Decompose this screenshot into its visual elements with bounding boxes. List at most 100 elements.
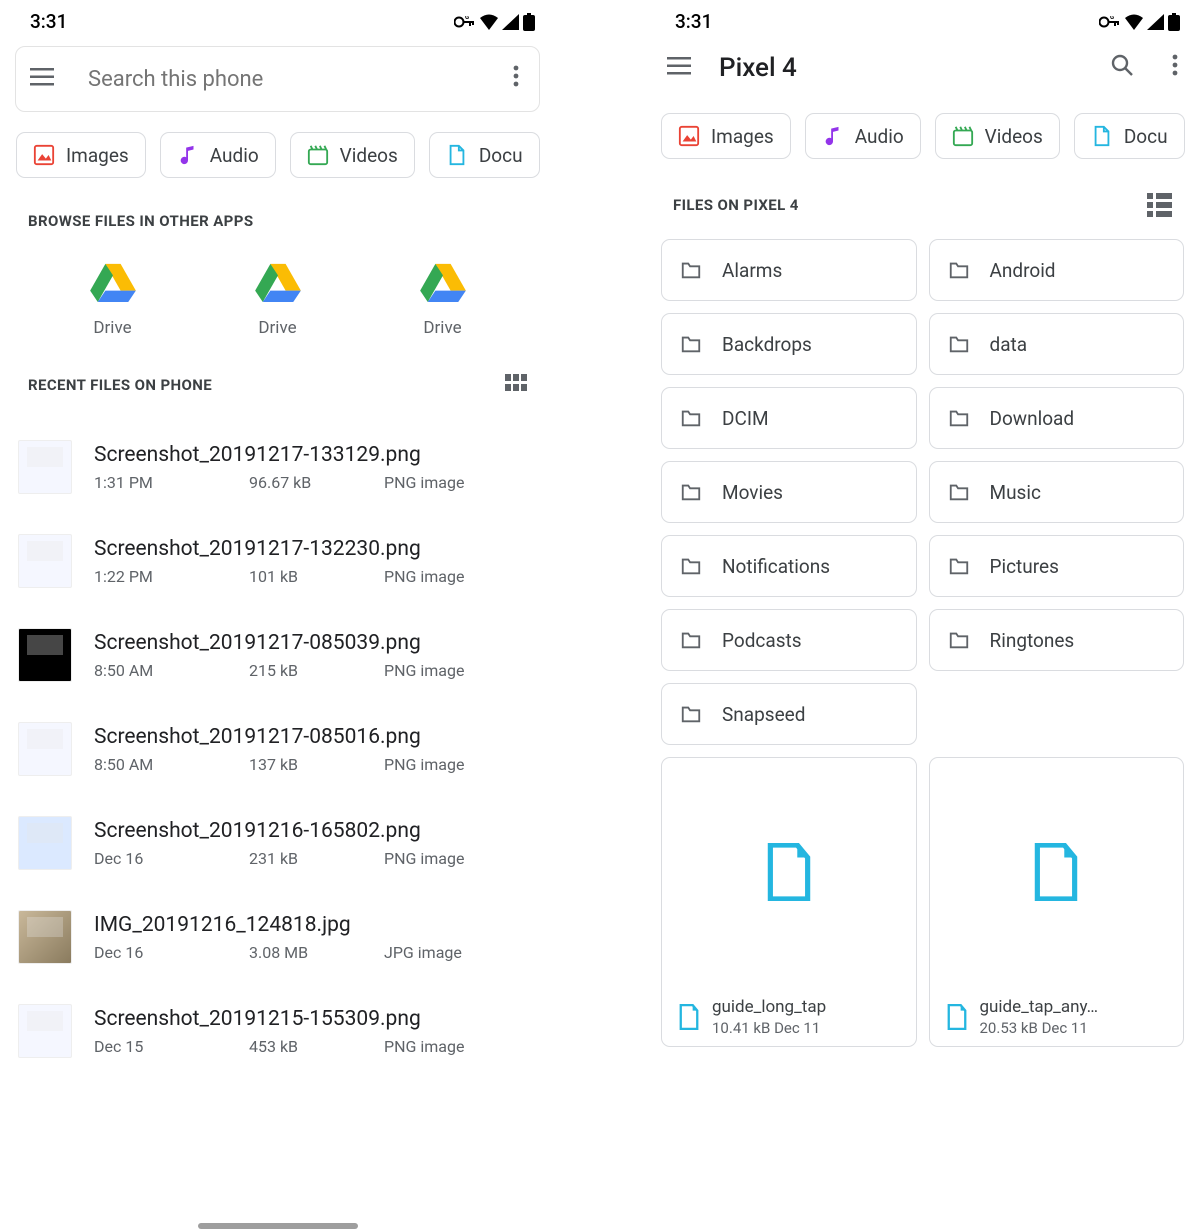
- folder-name: Ringtones: [990, 629, 1075, 652]
- folder-icon: [948, 481, 970, 503]
- filter-chip-row: Images Audio Videos Docu: [645, 93, 1200, 159]
- file-time: Dec 16: [94, 849, 249, 868]
- chip-documents[interactable]: Docu: [429, 132, 540, 178]
- file-name: Screenshot_20191217-085039.png: [94, 631, 537, 655]
- chip-audio[interactable]: Audio: [805, 113, 921, 159]
- folder-name: Android: [990, 259, 1056, 282]
- folder-icon: [680, 407, 702, 429]
- file-type: PNG image: [384, 1037, 464, 1056]
- screen-search: 3:31 G Search this phone Images Audio: [0, 0, 555, 1232]
- file-thumbnail: [18, 440, 72, 494]
- chip-images[interactable]: Images: [16, 132, 146, 178]
- drive-icon: [255, 262, 301, 302]
- file-time: Dec 15: [94, 1037, 249, 1056]
- file-row[interactable]: Screenshot_20191217-085016.png 8:50 AM 1…: [18, 702, 537, 796]
- drive-app[interactable]: Drive: [383, 262, 503, 338]
- folder-item[interactable]: Movies: [661, 461, 917, 523]
- movie-icon: [952, 125, 974, 147]
- file-type: PNG image: [384, 567, 464, 586]
- folder-item[interactable]: Podcasts: [661, 609, 917, 671]
- file-row[interactable]: Screenshot_20191215-155309.png Dec 15 45…: [18, 984, 537, 1078]
- image-icon: [678, 125, 700, 147]
- more-icon[interactable]: [1172, 54, 1178, 82]
- chip-audio[interactable]: Audio: [160, 132, 276, 178]
- filter-chip-row: Images Audio Videos Docu: [0, 112, 555, 178]
- folder-item[interactable]: Pictures: [929, 535, 1185, 597]
- folder-name: Podcasts: [722, 629, 802, 652]
- search-icon[interactable]: [1110, 53, 1134, 83]
- chip-videos[interactable]: Videos: [935, 113, 1060, 159]
- file-row[interactable]: Screenshot_20191217-132230.png 1:22 PM 1…: [18, 514, 537, 608]
- search-input[interactable]: Search this phone: [15, 46, 540, 112]
- folder-item[interactable]: Backdrops: [661, 313, 917, 375]
- file-row[interactable]: IMG_20191216_124818.jpg Dec 16 3.08 MB J…: [18, 890, 537, 984]
- file-info: Screenshot_20191215-155309.png Dec 15 45…: [94, 1007, 537, 1056]
- file-icon: [930, 758, 1184, 986]
- chip-images[interactable]: Images: [661, 113, 791, 159]
- file-thumbnail: [18, 628, 72, 682]
- file-name: Screenshot_20191216-165802.png: [94, 819, 537, 843]
- drive-app[interactable]: Drive: [218, 262, 338, 338]
- file-time: Dec 16: [94, 943, 249, 962]
- file-meta: 20.53 kB Dec 11: [980, 1019, 1099, 1039]
- list-view-icon[interactable]: [1147, 193, 1172, 217]
- folder-item[interactable]: Snapseed: [661, 683, 917, 745]
- file-size: 3.08 MB: [249, 943, 384, 962]
- status-bar: 3:31 G: [645, 0, 1200, 37]
- chip-videos[interactable]: Videos: [290, 132, 415, 178]
- file-info: Screenshot_20191217-133129.png 1:31 PM 9…: [94, 443, 537, 492]
- file-name: Screenshot_20191217-133129.png: [94, 443, 537, 467]
- file-icon: [446, 144, 468, 166]
- folder-icon: [948, 555, 970, 577]
- file-row[interactable]: Screenshot_20191217-133129.png 1:31 PM 9…: [18, 420, 537, 514]
- hamburger-icon[interactable]: [30, 67, 70, 91]
- files-on-device-header: FILES ON PIXEL 4: [645, 159, 1200, 221]
- folder-item[interactable]: Music: [929, 461, 1185, 523]
- file-name: Screenshot_20191215-155309.png: [94, 1007, 537, 1031]
- file-info: Screenshot_20191217-085039.png 8:50 AM 2…: [94, 631, 537, 680]
- file-name: guide_long_tap: [712, 996, 826, 1018]
- folder-name: Music: [990, 481, 1041, 504]
- file-card[interactable]: guide_tap_any… 20.53 kB Dec 11: [929, 757, 1185, 1047]
- vpn-key-icon: G: [454, 16, 476, 28]
- grid-view-icon[interactable]: [505, 374, 527, 396]
- file-list[interactable]: Screenshot_20191217-133129.png 1:31 PM 9…: [0, 400, 555, 1078]
- title-bar: Pixel 4: [645, 37, 1200, 93]
- file-name: Screenshot_20191217-085016.png: [94, 725, 537, 749]
- file-row[interactable]: Screenshot_20191216-165802.png Dec 16 23…: [18, 796, 537, 890]
- folder-name: Backdrops: [722, 333, 812, 356]
- drive-app[interactable]: Drive: [53, 262, 173, 338]
- file-card[interactable]: guide_long_tap 10.41 kB Dec 11: [661, 757, 917, 1047]
- status-time: 3:31: [675, 10, 712, 33]
- file-row[interactable]: Screenshot_20191217-085039.png 8:50 AM 2…: [18, 608, 537, 702]
- wifi-icon: [1125, 14, 1143, 30]
- more-icon[interactable]: [513, 65, 525, 93]
- recent-files-header: RECENT FILES ON PHONE: [0, 340, 555, 400]
- file-name: Screenshot_20191217-132230.png: [94, 537, 537, 561]
- file-size: 101 kB: [249, 567, 384, 586]
- folder-name: Notifications: [722, 555, 830, 578]
- chip-documents[interactable]: Docu: [1074, 113, 1185, 159]
- file-meta: 10.41 kB Dec 11: [712, 1019, 826, 1039]
- hamburger-icon[interactable]: [661, 56, 697, 80]
- music-note-icon: [822, 125, 844, 147]
- image-icon: [33, 144, 55, 166]
- drive-apps-row: Drive Drive Drive: [0, 234, 555, 340]
- screen-browse: 3:31 G Pixel 4 Images Audio Vi: [645, 0, 1200, 1232]
- folder-item[interactable]: data: [929, 313, 1185, 375]
- folder-name: Pictures: [990, 555, 1059, 578]
- folder-icon: [680, 703, 702, 725]
- folder-item[interactable]: Download: [929, 387, 1185, 449]
- folder-item[interactable]: Ringtones: [929, 609, 1185, 671]
- folder-item[interactable]: Notifications: [661, 535, 917, 597]
- folder-item[interactable]: DCIM: [661, 387, 917, 449]
- gesture-bar: [198, 1223, 358, 1229]
- file-size: 453 kB: [249, 1037, 384, 1056]
- folder-icon: [948, 629, 970, 651]
- file-type: JPG image: [384, 943, 462, 962]
- folder-item[interactable]: Android: [929, 239, 1185, 301]
- folder-name: Snapseed: [722, 703, 805, 726]
- file-type: PNG image: [384, 661, 464, 680]
- folder-item[interactable]: Alarms: [661, 239, 917, 301]
- file-size: 215 kB: [249, 661, 384, 680]
